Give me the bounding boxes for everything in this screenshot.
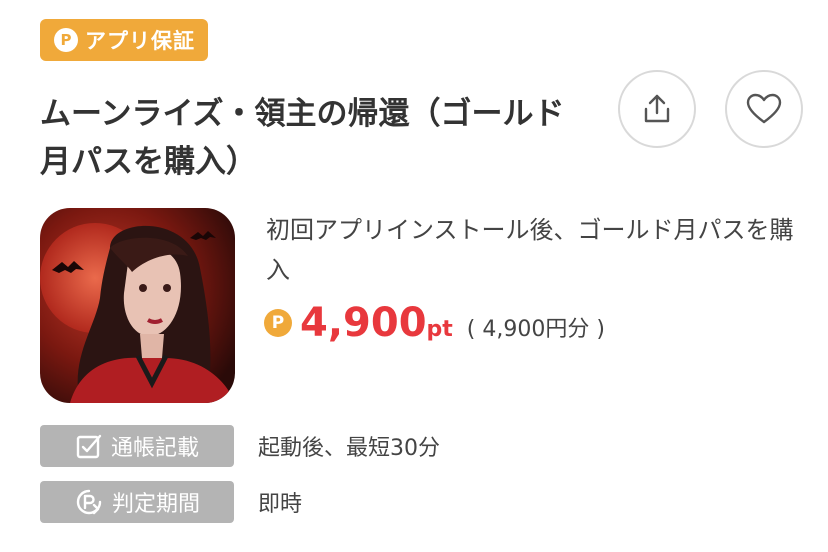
passbook-label: 通帳記載 <box>110 436 199 461</box>
favorite-button[interactable] <box>725 70 803 148</box>
info-row-passbook: 通帳記載 起動後、最短30分 <box>40 425 440 467</box>
app-guarantee-badge: P アプリ保証 <box>40 19 208 61</box>
share-icon <box>644 94 670 123</box>
page-title: ムーンライズ・領主の帰還（ゴールド月パスを購入） <box>40 96 565 180</box>
reward-points: P 4,900 pt ( 4,900円分 ) <box>264 300 605 346</box>
heart-icon <box>746 93 782 124</box>
offer-description: 初回アプリインストール後、ゴールド月パスを購入 <box>266 216 794 284</box>
judgment-period-tag: 判定期間 <box>40 481 234 523</box>
point-clock-icon <box>76 489 102 515</box>
app-icon[interactable] <box>40 208 235 403</box>
point-coin-icon: P <box>54 28 78 52</box>
yen-equivalent: ( 4,900円分 ) <box>466 317 605 342</box>
share-button[interactable] <box>618 70 696 148</box>
point-coin-icon: P <box>264 309 292 337</box>
app-icon-art <box>40 208 235 403</box>
judgment-period-value: 即時 <box>258 492 303 517</box>
passbook-value: 起動後、最短30分 <box>258 436 440 461</box>
badge-label: アプリ保証 <box>85 29 195 53</box>
points-value: 4,900 <box>300 300 427 346</box>
info-row-judgment: 判定期間 即時 <box>40 481 302 523</box>
points-unit: pt <box>426 317 453 342</box>
judgment-period-label: 判定期間 <box>111 492 200 517</box>
check-icon <box>76 434 102 459</box>
passbook-tag: 通帳記載 <box>40 425 234 467</box>
